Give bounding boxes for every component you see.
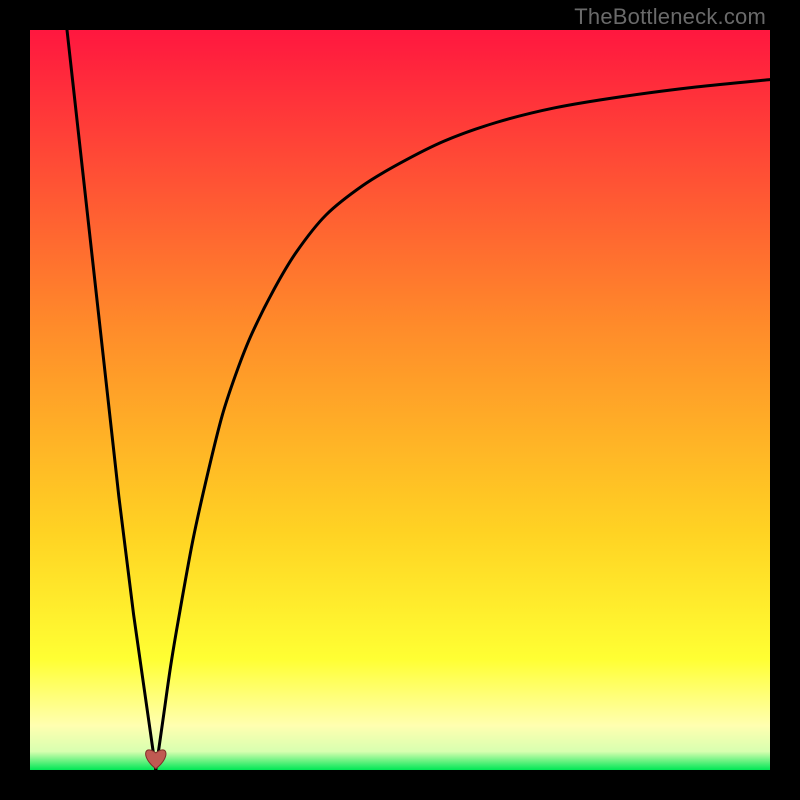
bottleneck-chart — [30, 30, 770, 770]
watermark-text: TheBottleneck.com — [574, 4, 766, 30]
chart-frame — [30, 30, 770, 770]
